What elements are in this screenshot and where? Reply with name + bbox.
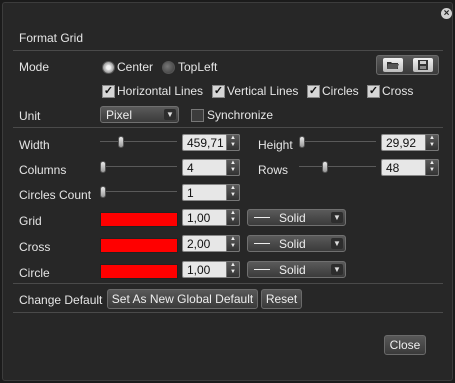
rows-value: 48	[386, 161, 400, 175]
spin-arrows-icon[interactable]: ▲ ▼	[425, 159, 439, 176]
spin-arrows-icon[interactable]: ▲ ▼	[226, 134, 240, 151]
styles-separator	[13, 283, 443, 284]
chevron-down-icon: ▼	[331, 264, 343, 275]
height-slider-track	[299, 141, 376, 142]
width-slider-track	[100, 141, 177, 142]
grid-line-style-value: Solid	[279, 211, 306, 225]
close-button[interactable]: Close	[384, 335, 426, 355]
vertical-lines-checkbox[interactable]: ✓	[212, 85, 225, 98]
mode-label: Mode	[19, 60, 50, 74]
spin-arrows-icon[interactable]: ▲ ▼	[226, 184, 240, 201]
chevron-down-icon: ▼	[164, 109, 176, 120]
mode-topleft-label[interactable]: TopLeft	[178, 60, 217, 74]
columns-slider-handle[interactable]	[100, 161, 106, 173]
circle-line-style-value: Solid	[279, 263, 306, 277]
horizontal-lines-label[interactable]: Horizontal Lines	[117, 84, 203, 98]
unit-select-value: Pixel	[106, 108, 133, 122]
dialog-title: Format Grid	[19, 31, 84, 45]
columns-slider[interactable]	[100, 161, 177, 173]
circle-color-swatch[interactable]	[100, 264, 178, 279]
unit-select[interactable]: Pixel ▼	[100, 106, 179, 123]
circles-label[interactable]: Circles	[322, 84, 359, 98]
circles-checkbox[interactable]: ✓	[307, 85, 320, 98]
cross-color-swatch[interactable]	[100, 238, 178, 253]
rows-spinbox[interactable]: 48 ▲ ▼	[381, 159, 439, 176]
vertical-lines-label[interactable]: Vertical Lines	[227, 84, 298, 98]
cross-checkbox[interactable]: ✓	[367, 85, 380, 98]
close-icon[interactable]: ×	[441, 8, 452, 19]
format-grid-dialog: × Format Grid Mode Center TopLeft ✓ Hori…	[2, 2, 453, 381]
rows-slider[interactable]	[299, 161, 376, 173]
cross-width-value: 2,00	[187, 237, 211, 251]
rows-slider-handle[interactable]	[322, 161, 328, 173]
width-label: Width	[19, 138, 50, 152]
title-separator	[13, 50, 443, 51]
mode-topleft-radio[interactable]	[162, 61, 175, 74]
height-slider[interactable]	[299, 136, 376, 148]
height-value: 29,92	[386, 136, 417, 150]
spin-arrows-icon[interactable]: ▲ ▼	[226, 159, 240, 176]
spin-arrows-icon[interactable]: ▲ ▼	[226, 261, 240, 278]
circles-count-value: 1	[187, 186, 194, 200]
circles-count-slider-track	[100, 191, 177, 192]
grid-color-swatch[interactable]	[100, 212, 178, 227]
columns-slider-track	[100, 166, 177, 167]
solid-line-icon	[254, 269, 270, 270]
mode-center-radio[interactable]	[102, 61, 115, 74]
height-label: Height	[258, 138, 293, 152]
columns-label: Columns	[19, 163, 67, 177]
grid-style-label: Grid	[19, 214, 42, 228]
mode-center-label[interactable]: Center	[117, 60, 153, 74]
grid-width-value: 1,00	[187, 211, 211, 225]
chevron-down-icon: ▼	[331, 238, 343, 249]
file-buttons-group	[376, 55, 439, 75]
grid-width-spinbox[interactable]: 1,00 ▲ ▼	[182, 209, 240, 226]
circles-count-slider[interactable]	[100, 186, 177, 198]
cross-style-label: Cross	[19, 240, 51, 254]
grid-line-style-select[interactable]: Solid ▼	[247, 209, 346, 226]
circle-style-label: Circle	[19, 266, 50, 280]
set-global-default-button[interactable]: Set As New Global Default	[107, 289, 258, 309]
folder-open-icon[interactable]	[383, 58, 403, 72]
rows-slider-track	[299, 166, 376, 167]
circles-count-spinbox[interactable]: 1 ▲ ▼	[182, 184, 240, 201]
circle-width-value: 1,00	[187, 263, 211, 277]
solid-line-icon	[254, 217, 270, 218]
unit-label: Unit	[19, 109, 41, 123]
cross-width-spinbox[interactable]: 2,00 ▲ ▼	[182, 235, 240, 252]
solid-line-icon	[254, 243, 270, 244]
circles-count-label: Circles Count	[19, 188, 92, 202]
synchronize-label[interactable]: Synchronize	[207, 108, 273, 122]
horizontal-lines-checkbox[interactable]: ✓	[102, 85, 115, 98]
change-default-label: Change Default	[19, 293, 103, 307]
chevron-down-icon: ▼	[331, 212, 343, 223]
cross-line-style-select[interactable]: Solid ▼	[247, 235, 346, 252]
width-slider-handle[interactable]	[118, 136, 124, 148]
reset-button[interactable]: Reset	[261, 289, 302, 309]
circle-width-spinbox[interactable]: 1,00 ▲ ▼	[182, 261, 240, 278]
cross-line-style-value: Solid	[279, 237, 306, 251]
spin-arrows-icon[interactable]: ▲ ▼	[226, 209, 240, 226]
synchronize-checkbox[interactable]	[191, 109, 204, 122]
spin-arrows-icon[interactable]: ▲ ▼	[226, 235, 240, 252]
defaults-separator	[13, 312, 443, 313]
unit-separator	[13, 127, 443, 128]
columns-value: 4	[187, 161, 194, 175]
circles-count-slider-handle[interactable]	[100, 186, 106, 198]
height-spinbox[interactable]: 29,92 ▲ ▼	[381, 134, 439, 151]
columns-spinbox[interactable]: 4 ▲ ▼	[182, 159, 240, 176]
circle-line-style-select[interactable]: Solid ▼	[247, 261, 346, 278]
width-value: 459,71	[187, 136, 224, 150]
rows-label: Rows	[258, 163, 289, 177]
cross-label[interactable]: Cross	[382, 84, 413, 98]
width-spinbox[interactable]: 459,71 ▲ ▼	[182, 134, 240, 151]
spin-arrows-icon[interactable]: ▲ ▼	[425, 134, 439, 151]
width-slider[interactable]	[100, 136, 177, 148]
floppy-disk-icon[interactable]	[413, 58, 433, 72]
height-slider-handle[interactable]	[299, 136, 305, 148]
